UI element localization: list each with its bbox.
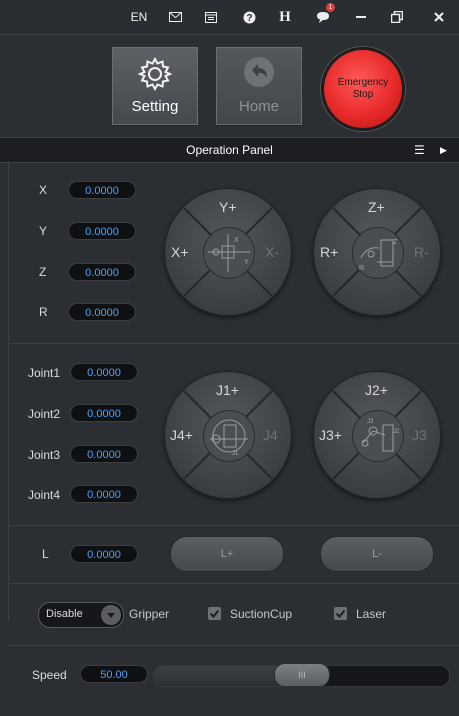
svg-text:J2: J2 xyxy=(393,429,400,435)
svg-text:J3: J3 xyxy=(367,419,374,425)
svg-text:?: ? xyxy=(246,13,252,24)
speed-value: 50.00 xyxy=(80,665,148,683)
axis-value-r: 0.0000 xyxy=(68,303,136,321)
svg-text:X: X xyxy=(234,237,239,244)
zr-jog-pad: ZR Z+ R+ R- xyxy=(313,188,441,316)
j4-plus-button[interactable]: J4+ xyxy=(170,427,193,443)
x-minus-button[interactable]: X- xyxy=(265,244,279,260)
emergency-label-line1: Emergency xyxy=(337,77,389,88)
j1-minus-button[interactable] xyxy=(219,472,239,490)
operation-panel-header: Operation Panel ☰ ▶ xyxy=(0,137,459,163)
j1-j4-jog-pad: J1 J1+ J4+ J4 xyxy=(164,371,292,499)
axis-value-y: 0.0000 xyxy=(68,222,136,240)
j2-j3-jog-pad: J3 J2 J2+ J3+ J3 xyxy=(313,371,441,499)
svg-text:R: R xyxy=(359,265,364,272)
j2-j3-pad-center-icon: J3 J2 xyxy=(352,410,404,462)
joint4-label: Joint4 xyxy=(28,488,61,502)
gripper-mode-select[interactable]: Disable xyxy=(38,602,124,628)
x-plus-button[interactable]: X+ xyxy=(171,244,189,260)
j2-plus-button[interactable]: J2+ xyxy=(365,382,388,398)
svg-text:Z: Z xyxy=(393,239,398,246)
axis-label-r: R xyxy=(39,305,48,319)
close-icon[interactable] xyxy=(430,6,448,28)
expand-arrow-icon[interactable]: ▶ xyxy=(440,145,447,156)
axis-label-x: X xyxy=(39,183,48,197)
axis-value-x: 0.0000 xyxy=(68,181,136,199)
y-plus-button[interactable]: Y+ xyxy=(219,199,237,215)
xy-jog-pad: XY Y+ X+ X- xyxy=(164,188,292,316)
zr-pad-center-icon: ZR xyxy=(352,227,404,279)
language-button[interactable]: EN xyxy=(128,6,150,28)
chevron-down-icon xyxy=(101,605,121,625)
restore-icon[interactable] xyxy=(388,6,406,28)
menu-icon[interactable]: ☰ xyxy=(414,143,425,157)
help-icon[interactable]: ? xyxy=(240,6,258,28)
joint4-value: 0.0000 xyxy=(70,485,138,503)
speed-label: Speed xyxy=(32,668,67,682)
setting-label: Setting xyxy=(131,98,179,115)
svg-text:J1: J1 xyxy=(232,451,239,457)
j3-plus-button[interactable]: J3+ xyxy=(319,427,342,443)
j3-minus-button[interactable]: J3 xyxy=(412,427,427,443)
xy-pad-center-icon: XY xyxy=(203,227,255,279)
setting-button[interactable]: Setting xyxy=(112,47,198,125)
z-minus-button[interactable] xyxy=(368,289,388,307)
speed-slider-thumb[interactable]: III xyxy=(274,663,330,687)
emergency-label-line2: Stop xyxy=(352,89,374,100)
panel-title: Operation Panel xyxy=(186,143,273,157)
r-plus-button[interactable]: R+ xyxy=(320,244,338,260)
linear-label: L xyxy=(42,547,49,561)
r-minus-button[interactable]: R- xyxy=(414,244,429,260)
j1-j4-pad-center-icon: J1 xyxy=(203,410,255,462)
suction-cup-label: SuctionCup xyxy=(230,607,293,621)
joint1-label: Joint1 xyxy=(28,366,61,380)
joint3-label: Joint3 xyxy=(28,448,61,462)
joint2-label: Joint2 xyxy=(28,407,61,421)
home-label: Home xyxy=(238,98,279,115)
h-icon[interactable]: H xyxy=(276,6,294,28)
y-minus-button[interactable] xyxy=(219,289,239,307)
axis-label-y: Y xyxy=(39,224,48,238)
linear-value: 0.0000 xyxy=(70,545,138,563)
laser-label: Laser xyxy=(356,607,387,621)
back-arrow-icon xyxy=(244,57,274,87)
notification-badge: 1 xyxy=(326,3,335,12)
axis-value-z: 0.0000 xyxy=(68,263,136,281)
home-button[interactable]: Home xyxy=(216,47,302,125)
minimize-icon[interactable] xyxy=(352,6,370,28)
laser-checkbox[interactable] xyxy=(334,607,347,620)
j4-minus-button[interactable]: J4 xyxy=(263,427,278,443)
linear-plus-button[interactable]: L+ xyxy=(170,536,284,572)
gripper-label: Gripper xyxy=(129,607,170,621)
gripper-mode-value: Disable xyxy=(46,608,83,620)
joint1-value: 0.0000 xyxy=(70,363,138,381)
z-plus-button[interactable]: Z+ xyxy=(368,199,385,215)
notification-icon[interactable]: 1 xyxy=(314,3,335,28)
mail-icon[interactable] xyxy=(166,6,184,28)
emergency-stop-button[interactable]: Emergency Stop xyxy=(321,47,405,131)
joint3-value: 0.0000 xyxy=(70,445,138,463)
joint2-value: 0.0000 xyxy=(70,404,138,422)
suction-cup-checkbox[interactable] xyxy=(208,607,221,620)
j1-plus-button[interactable]: J1+ xyxy=(216,382,239,398)
axis-label-z: Z xyxy=(39,265,47,279)
svg-text:Y: Y xyxy=(244,259,249,266)
linear-minus-button[interactable]: L- xyxy=(320,536,434,572)
gear-icon xyxy=(137,56,173,92)
title-bar: EN ? H 1 xyxy=(0,0,459,35)
j2-minus-button[interactable] xyxy=(368,472,388,490)
calendar-icon[interactable] xyxy=(202,6,220,28)
